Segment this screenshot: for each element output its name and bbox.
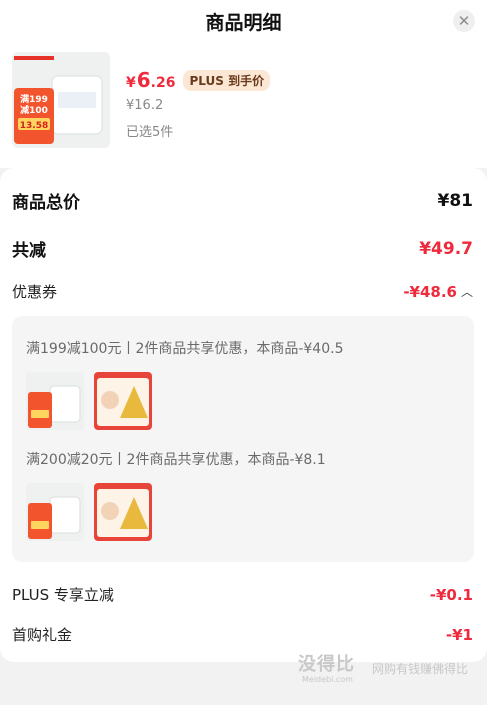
close-button[interactable]: ✕ <box>453 10 475 32</box>
close-icon: ✕ <box>457 11 471 30</box>
page-title: 商品明细 <box>205 12 282 34</box>
coupon-rule-1: 满199减100元丨2件商品共享优惠，本商品-¥40.5 <box>26 341 344 357</box>
plus-discount-label: PLUS 专享立减 <box>12 586 114 604</box>
coupon-value-wrap: -¥48.6 ︿ <box>403 282 473 301</box>
price-integer: 6 <box>136 68 151 92</box>
original-price: ¥16.2 <box>126 98 164 113</box>
watermark-brand: 没得比 <box>298 654 355 675</box>
reduce-label: 共减 <box>12 241 46 261</box>
price-decimal: .26 <box>150 75 176 91</box>
coupon-rule-2: 满200减20元丨2件商品共享优惠，本商品-¥8.1 <box>26 452 326 468</box>
coupon-value: -¥48.6 <box>403 283 457 301</box>
first-purchase-value: -¥1 <box>445 625 473 644</box>
coupon-1-product-image-2[interactable] <box>94 372 152 430</box>
watermark-site: Meidebi.com <box>302 675 353 684</box>
watermark-slogan: 网购有钱赚佛得比 <box>372 662 469 676</box>
product-image[interactable]: 满199 减100 13.58 <box>12 52 110 148</box>
price-detail-card: 商品总价 ¥81 共减 ¥49.7 优惠券 -¥48.6 ︿ 满199减100元丨… <box>0 168 487 662</box>
coupon-1-product-image-1[interactable] <box>26 372 84 430</box>
product-header: 商品明细 ✕ 满199 减100 13.58 ¥ 6 .26 PLUS 到手价 … <box>0 0 487 168</box>
first-purchase-label: 首购礼金 <box>12 626 73 644</box>
coupon-row[interactable]: 优惠券 -¥48.6 ︿ <box>12 281 473 302</box>
price: ¥ 6 .26 PLUS 到手价 <box>126 68 271 93</box>
plus-discount-value: -¥0.1 <box>429 585 473 604</box>
reduce-value: ¥49.7 <box>419 238 473 259</box>
plus-discount-row: PLUS 专享立减 -¥0.1 <box>12 584 473 605</box>
total-row: 商品总价 ¥81 <box>12 188 474 214</box>
badge-line2: 减100 <box>20 104 48 116</box>
first-purchase-row: 首购礼金 -¥1 <box>12 624 473 645</box>
coupon-2-product-image-1[interactable] <box>26 483 84 541</box>
badge-line1: 满199 <box>20 93 48 105</box>
total-value: ¥81 <box>437 190 474 211</box>
badge-price: 13.58 <box>20 121 48 131</box>
coupon-label: 优惠券 <box>12 283 58 301</box>
chevron-up-icon[interactable]: ︿ <box>461 283 473 300</box>
reduce-row: 共减 ¥49.7 <box>12 236 473 262</box>
selected-count: 已选5件 <box>126 125 174 140</box>
total-label: 商品总价 <box>12 193 80 213</box>
coupon-2-product-image-2[interactable] <box>94 483 152 541</box>
coupon-breakdown: 满199减100元丨2件商品共享优惠，本商品-¥40.5 满200减20元丨2件… <box>12 316 474 562</box>
price-currency: ¥ <box>126 75 136 91</box>
plus-price-tag: PLUS 到手价 <box>183 70 271 91</box>
